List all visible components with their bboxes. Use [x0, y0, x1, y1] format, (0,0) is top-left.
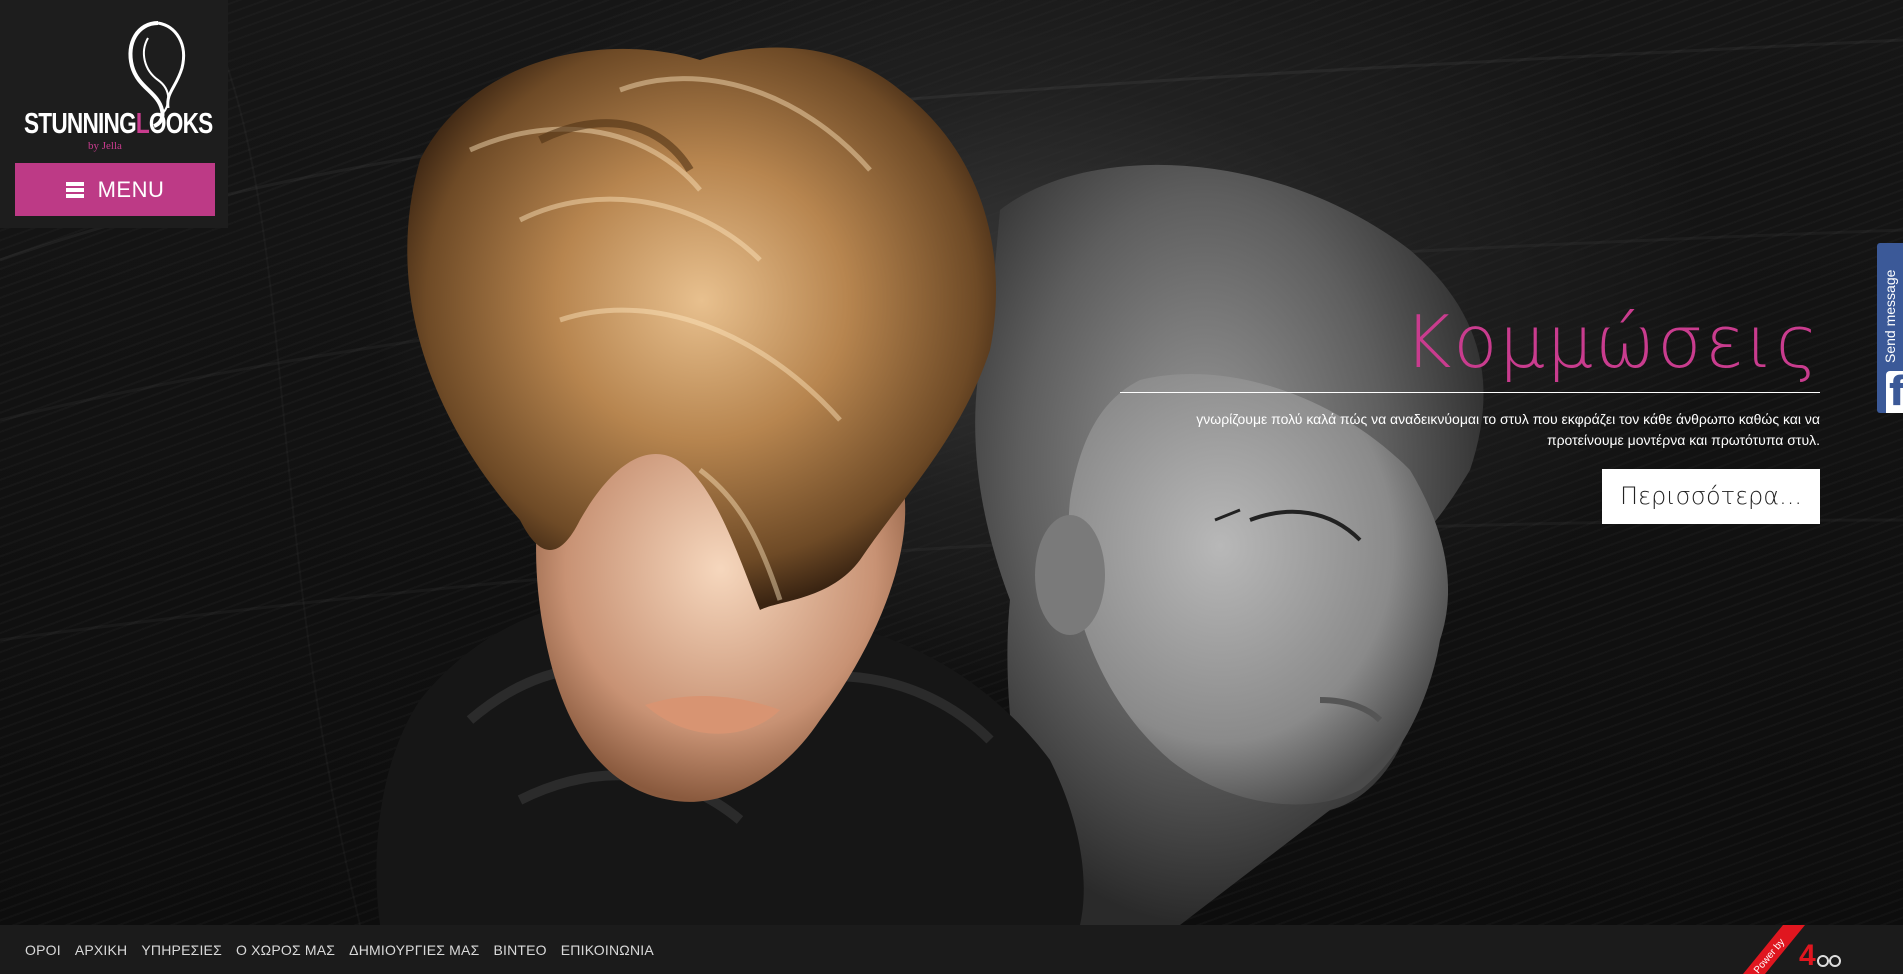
badge-logo: 4 — [1799, 939, 1816, 972]
logo-wordmark[interactable]: STUNNINGLOOKS — [24, 108, 213, 141]
footer-link-our-space[interactable]: Ο ΧΩΡΟΣ ΜΑΣ — [236, 942, 335, 958]
slide-caption: Κομμώσεις γνωρίζουμε πολύ καλά πώς να αν… — [1120, 300, 1820, 524]
menu-button[interactable]: MENU — [15, 163, 215, 216]
logo-tagline: by Jella — [88, 140, 122, 152]
slide-title: Κομμώσεις — [1404, 300, 1820, 384]
facebook-icon: f — [1886, 369, 1903, 413]
footer-link-home[interactable]: ΑΡΧΙΚΗ — [75, 942, 128, 958]
logo-panel: STUNNINGLOOKS by Jella MENU — [0, 0, 228, 228]
footer-link-terms[interactable]: ΟΡΟΙ — [25, 942, 61, 958]
more-button[interactable]: Περισσότερα... — [1602, 469, 1820, 524]
menu-label: MENU — [97, 176, 165, 202]
footer-link-creations[interactable]: ΔΗΜΙΟΥΡΓΙΕΣ ΜΑΣ — [349, 942, 479, 958]
caption-divider — [1120, 392, 1820, 393]
footer-bar: ΟΡΟΙ ΑΡΧΙΚΗ ΥΠΗΡΕΣΙΕΣ Ο ΧΩΡΟΣ ΜΑΣ ΔΗΜΙΟΥ… — [0, 925, 1903, 974]
powered-by-badge[interactable]: Power by 4 — [1743, 925, 1843, 974]
footer-nav: ΟΡΟΙ ΑΡΧΙΚΗ ΥΠΗΡΕΣΙΕΣ Ο ΧΩΡΟΣ ΜΑΣ ΔΗΜΙΟΥ… — [25, 925, 654, 974]
slide-description: γνωρίζουμε πολύ καλά πώς να αναδεικνύομα… — [1196, 411, 1820, 448]
send-message-label: Send message — [1882, 269, 1898, 363]
facebook-message-tab[interactable]: Send message f — [1877, 243, 1903, 413]
footer-link-video[interactable]: ΒΙΝΤΕΟ — [493, 942, 546, 958]
footer-link-contact[interactable]: ΕΠΙΚΟΙΝΩΝΙΑ — [561, 942, 654, 958]
footer-link-services[interactable]: ΥΠΗΡΕΣΙΕΣ — [141, 942, 222, 958]
hamburger-icon — [65, 181, 84, 198]
